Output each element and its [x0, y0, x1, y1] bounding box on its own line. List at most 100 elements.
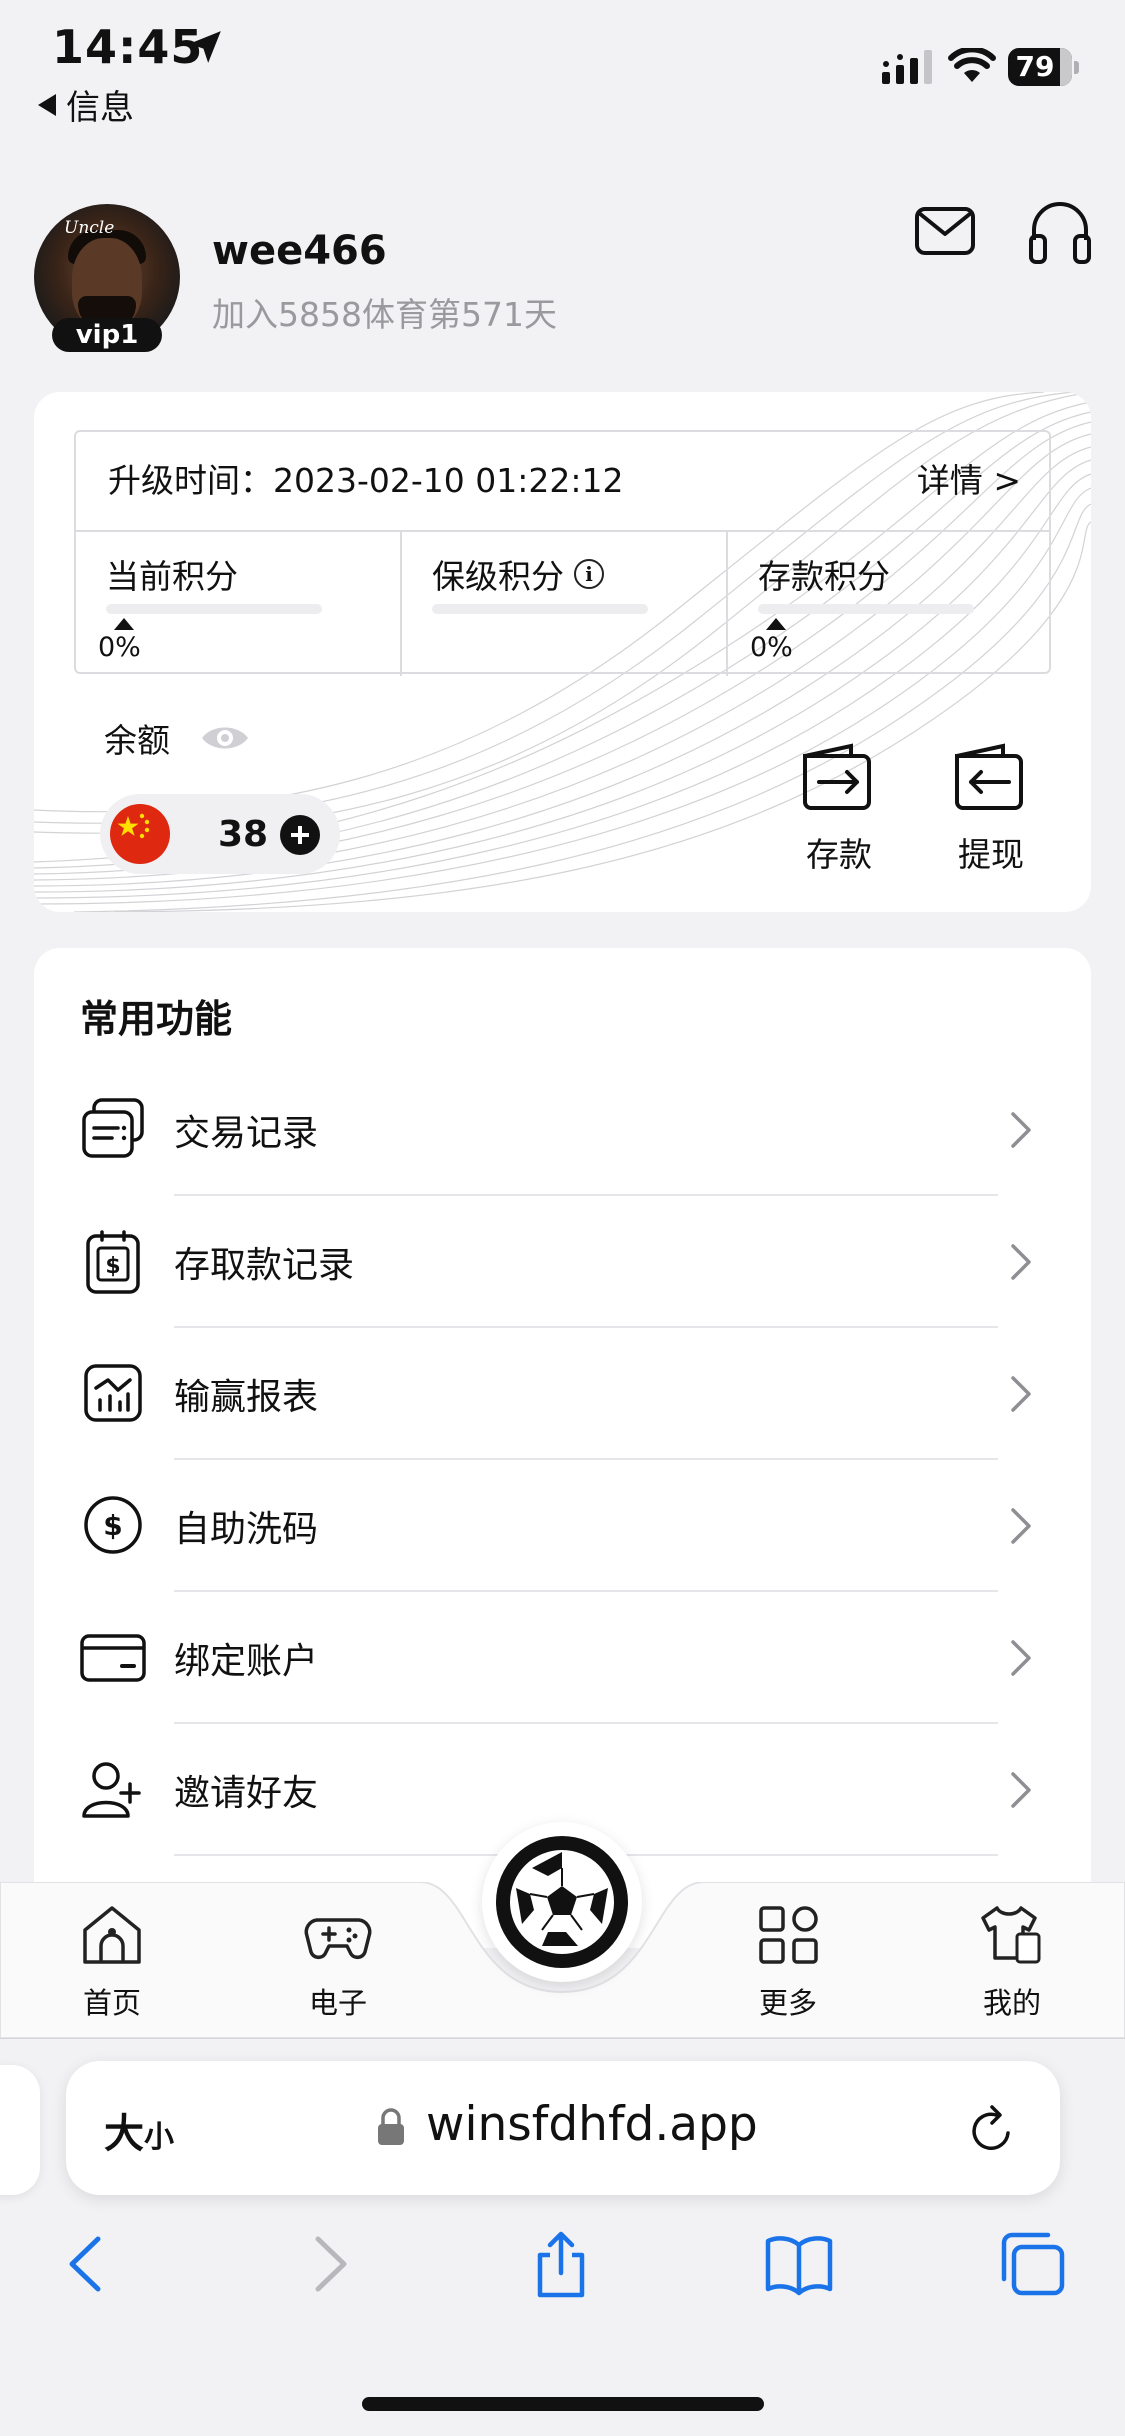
back-chevron-icon[interactable] — [52, 2229, 122, 2299]
deposit-wallet-icon — [803, 743, 871, 810]
add-balance-button[interactable] — [280, 815, 320, 855]
text-size-large: 大 — [104, 2111, 144, 2157]
invite-friend-icon — [82, 1762, 141, 1818]
customer-service-headset-icon[interactable] — [1028, 200, 1092, 266]
svg-text:$: $ — [103, 1509, 122, 1542]
tab-mine-label: 我的 — [982, 1986, 1041, 2020]
status-time: 14:45 — [52, 20, 204, 74]
current-points-percent: 0% — [98, 632, 141, 663]
chevron-right-icon — [1011, 1508, 1031, 1544]
withdraw-wallet-icon — [955, 743, 1023, 810]
svg-text:$: $ — [105, 1254, 120, 1279]
back-to-app-link[interactable]: 信息 — [38, 80, 134, 129]
current-points: 当前积分 0% — [76, 530, 400, 676]
progress-marker-icon — [766, 618, 786, 630]
gamepad-icon — [304, 1918, 372, 1959]
avatar-brand-text: Uncle — [64, 218, 115, 238]
deposit-points: 存款积分 0% — [728, 530, 1052, 676]
progress-marker-icon — [114, 618, 134, 630]
location-arrow-icon — [189, 31, 221, 63]
list-item-win-loss-report[interactable]: 输赢报表 — [34, 1328, 1091, 1460]
balance-pill: 38 — [100, 794, 340, 874]
vip-badge: vip1 — [52, 318, 162, 352]
deposit-points-percent: 0% — [750, 632, 793, 663]
tab-more-label: 更多 — [758, 1986, 817, 2020]
transaction-record-label: 交易记录 — [174, 1113, 319, 1154]
soccer-ball-icon — [510, 1850, 614, 1954]
tab-mine[interactable]: 我的 — [942, 1900, 1082, 2022]
functions-title: 常用功能 — [80, 997, 233, 1041]
bank-card-icon — [80, 1634, 146, 1682]
share-icon[interactable] — [526, 2229, 596, 2299]
detail-link[interactable]: 详情 > — [917, 454, 1021, 502]
center-sports-button[interactable] — [482, 1822, 642, 1982]
back-triangle-icon — [38, 93, 56, 116]
battery-indicator: 79 — [1008, 48, 1080, 86]
tab-home-label: 首页 — [82, 1986, 141, 2020]
china-flag-icon — [110, 804, 170, 864]
common-functions-card: 常用功能 交易记录 $ 存取款记录 输赢报表 $ 自助洗码 绑定账户 邀请好友 — [34, 948, 1091, 1948]
bind-account-label: 绑定账户 — [174, 1641, 319, 1682]
chevron-right-icon — [1011, 1244, 1031, 1280]
eye-icon[interactable] — [200, 722, 250, 754]
url-text: winsfdhfd.app — [426, 2097, 758, 2152]
grid-icon — [759, 1906, 818, 1964]
self-rebate-label: 自助洗码 — [174, 1509, 319, 1550]
current-points-track — [106, 604, 322, 614]
username: wee466 — [212, 228, 387, 274]
list-item-self-rebate[interactable]: $ 自助洗码 — [34, 1460, 1091, 1592]
tabs-overview-icon[interactable] — [998, 2229, 1068, 2299]
deposit-button[interactable]: 存款 — [784, 742, 894, 876]
tab-home[interactable]: 首页 — [42, 1900, 182, 2022]
retain-points-track — [432, 604, 648, 614]
current-points-label: 当前积分 — [106, 557, 238, 596]
balance-label: 余额 — [104, 721, 170, 760]
win-loss-report-icon — [84, 1364, 142, 1422]
deposit-points-label: 存款积分 — [758, 557, 890, 596]
mail-icon[interactable] — [914, 206, 976, 258]
clothes-icon — [981, 1906, 1041, 1964]
info-icon[interactable]: i — [574, 559, 604, 589]
vip-card: 升级时间：2023-02-10 01:22:12 详情 > 当前积分 0% 保级… — [34, 392, 1091, 912]
deposit-withdraw-record-label: 存取款记录 — [174, 1245, 355, 1286]
back-app-label: 信息 — [66, 88, 134, 128]
upgrade-time: 升级时间：2023-02-10 01:22:12 — [108, 461, 624, 500]
wifi-icon — [948, 48, 996, 82]
cellular-signal-icon — [882, 50, 932, 84]
list-item-deposit-withdraw-record[interactable]: $ 存取款记录 — [34, 1196, 1091, 1328]
retain-points: 保级积分 i — [402, 530, 726, 676]
text-size-small: 小 — [144, 2120, 174, 2155]
deposit-points-track — [758, 604, 974, 614]
rebate-icon: $ — [84, 1496, 142, 1554]
balance-value: 38 — [218, 814, 269, 855]
previous-tab-peek[interactable] — [0, 2065, 40, 2195]
withdraw-label: 提现 — [958, 835, 1024, 874]
win-loss-report-label: 输赢报表 — [174, 1377, 319, 1418]
text-size-button[interactable]: 大小 — [104, 2101, 174, 2159]
home-icon — [83, 1906, 141, 1964]
chevron-right-icon — [1011, 1376, 1031, 1412]
deposit-withdraw-record-icon: $ — [86, 1230, 140, 1294]
browser-toolbar: 大小 winsfdhfd.app — [0, 2038, 1125, 2436]
tab-electronic[interactable]: 电子 — [268, 1900, 408, 2022]
address-bar[interactable]: 大小 winsfdhfd.app — [66, 2061, 1060, 2195]
tab-more[interactable]: 更多 — [718, 1900, 858, 2022]
join-days-text: 加入5858体育第571天 — [212, 295, 557, 334]
transaction-record-icon — [82, 1098, 144, 1158]
home-indicator[interactable] — [362, 2397, 764, 2411]
retain-points-label: 保级积分 — [432, 557, 564, 596]
list-item-transaction-record[interactable]: 交易记录 — [34, 1064, 1091, 1196]
withdraw-button[interactable]: 提现 — [936, 742, 1046, 876]
reload-icon[interactable] — [966, 2101, 1018, 2157]
chevron-right-icon — [1011, 1772, 1031, 1808]
forward-chevron-icon[interactable] — [294, 2229, 364, 2299]
bookmarks-icon[interactable] — [764, 2229, 834, 2299]
vip-info-box: 升级时间：2023-02-10 01:22:12 详情 > 当前积分 0% 保级… — [74, 430, 1052, 676]
tab-electronic-label: 电子 — [308, 1986, 367, 2020]
list-item-bind-account[interactable]: 绑定账户 — [34, 1592, 1091, 1724]
deposit-label: 存款 — [806, 835, 872, 874]
lock-icon — [378, 2108, 404, 2145]
chevron-right-icon — [1011, 1640, 1031, 1676]
chevron-right-icon — [1011, 1112, 1031, 1148]
invite-friend-label: 邀请好友 — [174, 1773, 319, 1814]
